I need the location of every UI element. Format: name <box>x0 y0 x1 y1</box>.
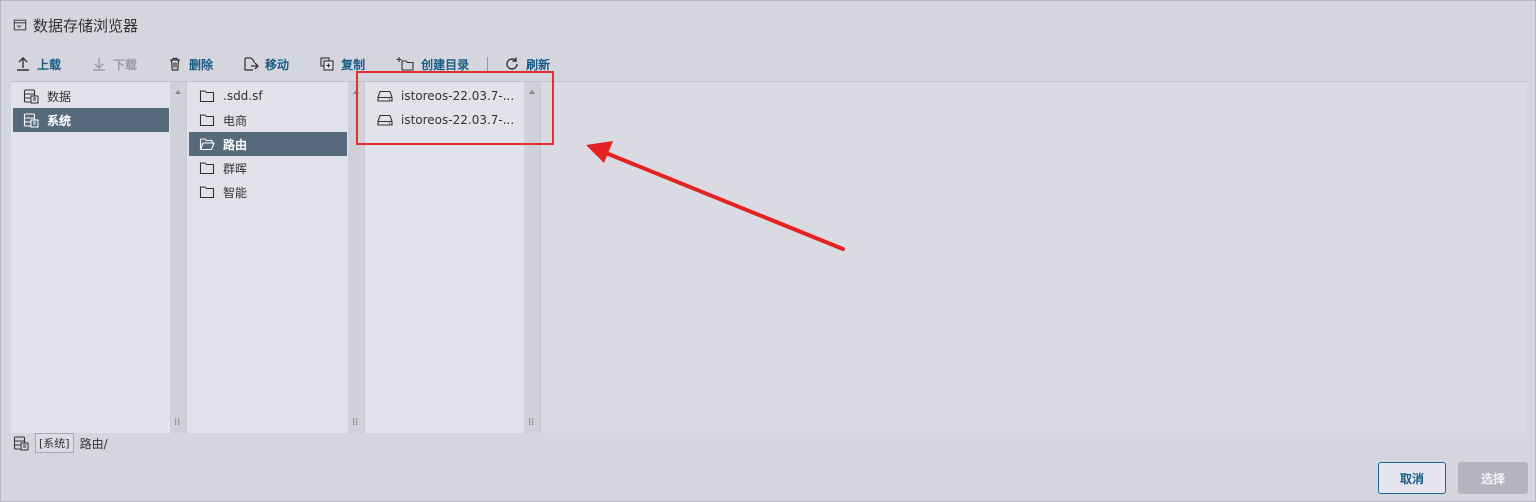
annotation-arrow <box>586 141 845 251</box>
datastore-browser-dialog: 数据存储浏览器 上载 下载 删除 移动 复制 创建目录 刷新 数据 系统 ⁞⁞ … <box>0 0 1536 502</box>
